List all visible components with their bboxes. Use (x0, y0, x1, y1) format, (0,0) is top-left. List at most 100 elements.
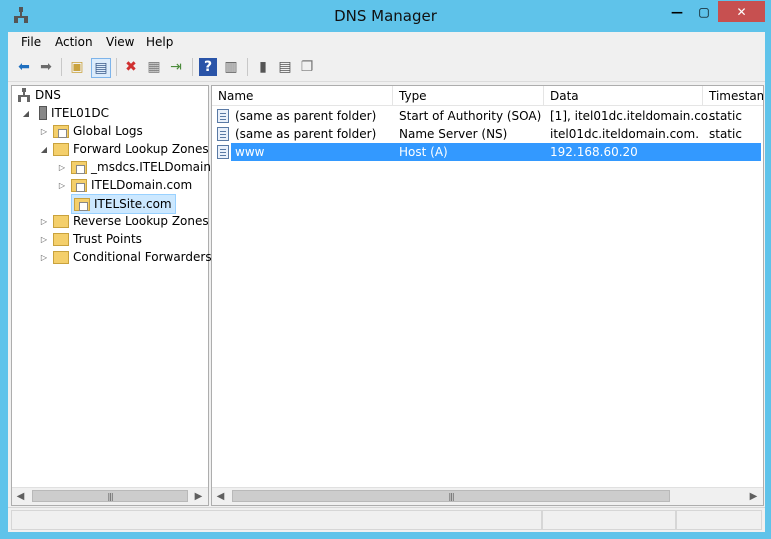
column-header-name[interactable]: Name (212, 86, 393, 106)
menu-file[interactable]: File (21, 35, 41, 49)
expand-icon[interactable]: ▷ (39, 253, 49, 262)
collapse-icon[interactable]: ◢ (21, 109, 31, 118)
window-title: DNS Manager (334, 7, 437, 25)
status-panel (11, 510, 542, 530)
client-area: File Action View Help ⬅ ➡ ▣ ▤ ✖ ▦ ⇥ ? ▥ … (8, 32, 765, 532)
column-header-type[interactable]: Type (393, 86, 544, 106)
menu-bar: File Action View Help (8, 32, 765, 52)
show-hide-console-tree-icon[interactable]: ▤ (91, 58, 111, 78)
maximize-button[interactable]: ▢ (691, 1, 717, 22)
list-horizontal-scrollbar[interactable]: ◀ ||| ▶ (212, 487, 763, 505)
forward-icon[interactable]: ➡ (37, 58, 55, 76)
record-icon (217, 127, 229, 141)
copy-icon[interactable]: ❐ (298, 58, 316, 76)
tree-item-trust-points[interactable]: ▷ Trust Points (39, 230, 142, 248)
menu-action[interactable]: Action (55, 35, 93, 49)
tree-item-forward-lookup-zones[interactable]: ◢ Forward Lookup Zones (39, 140, 209, 158)
toolbar-separator (247, 58, 248, 76)
tree-label: Global Logs (73, 124, 143, 138)
logs-folder-icon (53, 124, 69, 138)
scroll-left-icon[interactable]: ◀ (212, 488, 229, 505)
tree-item-itelsite-zone[interactable]: ITELSite.com (71, 194, 176, 214)
tree-label: ITELDomain.com (91, 178, 193, 192)
tree-item-iteldomain-zone[interactable]: ▷ ITELDomain.com (57, 176, 192, 194)
tree-item-server[interactable]: ◢ ITEL01DC (21, 104, 109, 122)
properties-icon[interactable]: ▦ (145, 58, 163, 76)
cell-type: Name Server (NS) (399, 127, 508, 141)
tree-item-dns[interactable]: DNS (17, 86, 61, 104)
tree-item-conditional-forwarders[interactable]: ▷ Conditional Forwarders (39, 248, 212, 266)
close-icon: ✕ (736, 4, 747, 19)
folder-icon (53, 214, 69, 228)
scroll-right-icon[interactable]: ▶ (745, 488, 762, 505)
tree-item-msdcs-zone[interactable]: ▷ _msdcs.ITELDomain.c (57, 158, 221, 176)
tree-label: Reverse Lookup Zones (73, 214, 209, 228)
export-list-icon[interactable]: ⇥ (167, 58, 185, 76)
cell-data: 192.168.60.20 (550, 145, 638, 159)
dns-icon (18, 88, 30, 102)
cell-type: Start of Authority (SOA) (399, 109, 542, 123)
records-list[interactable]: Name Type Data Timestam (same as parent … (211, 85, 764, 506)
tree-label: ITELSite.com (94, 197, 172, 211)
scrollbar-thumb[interactable]: ||| (232, 490, 670, 502)
cell-name: www (235, 145, 265, 159)
back-icon[interactable]: ⬅ (15, 58, 33, 76)
help-icon[interactable]: ? (199, 58, 217, 76)
tree-item-reverse-lookup-zones[interactable]: ▷ Reverse Lookup Zones (39, 212, 209, 230)
table-row-selected[interactable]: www Host (A) 192.168.60.20 (212, 143, 763, 161)
server-icon (39, 106, 47, 120)
zone-icon (74, 197, 90, 211)
console-tree[interactable]: DNS ◢ ITEL01DC ▷ Global Logs ◢ Forward L… (11, 85, 221, 506)
close-button[interactable]: ✕ (718, 1, 765, 22)
action-pane-icon[interactable]: ▥ (222, 58, 240, 76)
tree-item-global-logs[interactable]: ▷ Global Logs (39, 122, 143, 140)
scrollbar-thumb[interactable]: ||| (32, 490, 188, 502)
record-icon (217, 145, 229, 159)
tree-label: ITEL01DC (51, 106, 110, 120)
table-row[interactable]: (same as parent folder) Start of Authori… (212, 107, 763, 125)
table-row[interactable]: (same as parent folder) Name Server (NS)… (212, 125, 763, 143)
tree-label: Trust Points (73, 232, 142, 246)
column-header-data[interactable]: Data (544, 86, 703, 106)
collapse-icon[interactable]: ◢ (39, 145, 49, 154)
folder-icon (53, 142, 69, 156)
minimize-button[interactable]: — (664, 1, 690, 22)
toolbar-separator (61, 58, 62, 76)
folder-icon (53, 250, 69, 264)
zone-icon (71, 160, 87, 174)
cell-data: [1], itel01dc.iteldomain.co... (550, 109, 720, 123)
tree-label: Conditional Forwarders (73, 250, 212, 264)
delete-icon[interactable]: ✖ (122, 58, 140, 76)
dns-manager-window: DNS Manager — ▢ ✕ File Action View Help … (0, 0, 771, 539)
server-icon[interactable]: ▮ (254, 58, 272, 76)
up-folder-icon[interactable]: ▣ (68, 58, 86, 76)
tree-label: Forward Lookup Zones (73, 142, 209, 156)
column-header-timestamp[interactable]: Timestam (703, 86, 763, 106)
tree-label: DNS (35, 88, 61, 102)
tree-horizontal-scrollbar[interactable]: ◀ ||| ▶ (12, 487, 208, 505)
toolbar: ⬅ ➡ ▣ ▤ ✖ ▦ ⇥ ? ▥ ▮ ▤ ❐ (8, 53, 765, 82)
folder-icon (53, 232, 69, 246)
expand-icon[interactable]: ▷ (39, 235, 49, 244)
expand-icon[interactable]: ▷ (39, 217, 49, 226)
record-icon (217, 109, 229, 123)
tree-label: _msdcs.ITELDomain.c (91, 160, 222, 174)
scroll-left-icon[interactable]: ◀ (12, 488, 29, 505)
list-view-icon[interactable]: ▤ (276, 58, 294, 76)
cell-timestamp: static (709, 127, 742, 141)
cell-timestamp: static (709, 109, 742, 123)
selection-highlight (231, 143, 761, 161)
cell-name: (same as parent folder) (235, 127, 377, 141)
title-bar[interactable]: DNS Manager — ▢ ✕ (0, 0, 771, 32)
zone-icon (71, 178, 87, 192)
expand-icon[interactable]: ▷ (39, 127, 49, 136)
menu-view[interactable]: View (106, 35, 134, 49)
menu-help[interactable]: Help (146, 35, 173, 49)
maximize-icon: ▢ (698, 4, 710, 19)
expand-icon[interactable]: ▷ (57, 181, 67, 190)
toolbar-separator (192, 58, 193, 76)
cell-type: Host (A) (399, 145, 448, 159)
expand-icon[interactable]: ▷ (57, 163, 67, 172)
status-panel (676, 510, 762, 530)
scroll-right-icon[interactable]: ▶ (190, 488, 207, 505)
